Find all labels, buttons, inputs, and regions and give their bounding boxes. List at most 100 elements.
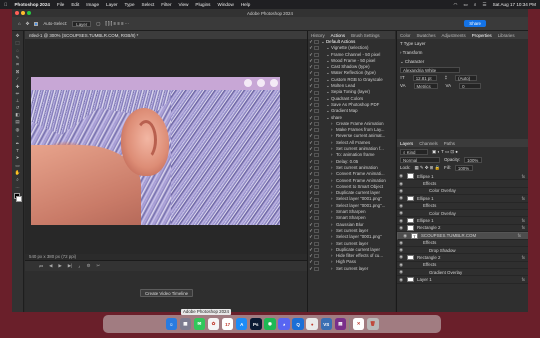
action-dialog-toggle[interactable] xyxy=(314,184,319,189)
action-dialog-toggle[interactable] xyxy=(314,172,319,177)
layer-row[interactable]: ◉ Rectangle 2 fx xyxy=(397,225,528,233)
wifi-icon[interactable]: ◠ xyxy=(454,2,458,8)
menu-view[interactable]: View xyxy=(179,2,189,7)
action-dialog-toggle[interactable] xyxy=(314,241,319,246)
action-dialog-toggle[interactable] xyxy=(314,210,319,215)
character-section[interactable]: ⌄ Character xyxy=(397,57,528,67)
minimize-window-button[interactable] xyxy=(21,11,25,15)
split-icon[interactable]: ✂ xyxy=(96,263,100,269)
action-dialog-toggle[interactable] xyxy=(314,90,319,95)
autoselect-dropdown[interactable]: Layer xyxy=(72,20,92,27)
action-dialog-toggle[interactable] xyxy=(314,140,319,145)
layer-filter-dropdown[interactable]: ⌕ Kind xyxy=(400,149,428,155)
tab-properties[interactable]: Properties xyxy=(472,33,492,38)
transform-section[interactable]: › Transform xyxy=(397,48,528,57)
menu-window[interactable]: Window xyxy=(217,2,233,7)
align-icons[interactable]: ⫿ ⫿ ⫿ ≡ ≡ ≡ ··· xyxy=(105,21,129,26)
action-dialog-toggle[interactable] xyxy=(314,266,319,271)
discord-icon[interactable]: ◕ xyxy=(278,318,290,330)
vscode-icon[interactable]: VS xyxy=(320,318,333,330)
filter-icons[interactable]: ▣ ◐ T ▭ ⊡ ● xyxy=(432,149,458,155)
action-dialog-toggle[interactable] xyxy=(314,109,319,114)
launchpad-icon[interactable]: ▦ xyxy=(179,318,192,330)
layer-row[interactable]: ◉ Layer 1 fx xyxy=(397,276,528,284)
more-tools-icon[interactable]: … xyxy=(15,184,21,189)
quick-select-icon[interactable]: ✎ xyxy=(15,55,21,60)
calendar-icon[interactable]: 17 xyxy=(221,318,234,330)
eyedropper-icon[interactable]: ⁄ xyxy=(15,76,21,81)
action-dialog-toggle[interactable] xyxy=(314,46,319,51)
first-frame-icon[interactable]: ⏮ xyxy=(39,264,43,269)
tab-brush-settings[interactable]: Brush Settings xyxy=(351,33,380,38)
action-dialog-toggle[interactable] xyxy=(314,222,319,227)
layer-row[interactable]: ◉ Rectangle 2 fx xyxy=(397,254,528,262)
action-dialog-toggle[interactable] xyxy=(314,77,319,82)
layer-row[interactable]: ◉ T SCOUPSES.TUMBLR.COM fx xyxy=(397,232,528,240)
photoshop-icon[interactable]: Ps xyxy=(250,318,262,330)
home-icon[interactable]: ⌂ xyxy=(18,21,21,26)
layer-fx-icon[interactable]: fx xyxy=(522,196,525,201)
action-dialog-toggle[interactable] xyxy=(314,166,319,171)
photos-icon[interactable]: ✿ xyxy=(207,318,220,330)
menu-filter[interactable]: Filter xyxy=(161,2,171,7)
menu-type[interactable]: Type xyxy=(125,2,135,7)
x-app-icon[interactable]: ✕ xyxy=(352,318,365,330)
layer-row[interactable]: ◉ Color Overlay xyxy=(397,188,528,196)
action-dialog-toggle[interactable] xyxy=(314,229,319,234)
battery-icon[interactable]: ▭ xyxy=(464,2,468,8)
menu-help[interactable]: Help xyxy=(241,2,250,7)
layer-fx-icon[interactable]: fx xyxy=(522,174,525,179)
action-dialog-toggle[interactable] xyxy=(314,260,319,265)
layer-row[interactable]: ◉ Effects xyxy=(397,180,528,188)
document-tab[interactable]: ntled-1 @ 300% (SCOUPSES.TUMBLR.COM, RGB… xyxy=(25,31,307,39)
tab-swatches[interactable]: Swatches xyxy=(417,33,436,38)
action-dialog-toggle[interactable] xyxy=(314,191,319,196)
layer-row[interactable]: ◉ Ellipse 1 fx xyxy=(397,195,528,203)
menu-select[interactable]: Select xyxy=(142,2,155,7)
layer-row[interactable]: ◉ Drop Shadow xyxy=(397,247,528,255)
zoom-tool-icon[interactable]: ⌕ xyxy=(15,177,21,182)
layer-row[interactable]: ◉ Color Overlay xyxy=(397,210,528,218)
visibility-eye-icon[interactable]: ◉ xyxy=(397,173,405,179)
move-tool-icon[interactable]: ✥ xyxy=(26,21,30,27)
marquee-tool-icon[interactable]: ⬚ xyxy=(15,40,21,45)
artboard[interactable] xyxy=(31,77,280,225)
chrome-icon[interactable]: ● xyxy=(306,318,318,330)
action-dialog-toggle[interactable] xyxy=(314,84,319,89)
action-dialog-toggle[interactable] xyxy=(314,134,319,139)
action-dialog-toggle[interactable] xyxy=(314,235,319,240)
visibility-eye-icon[interactable]: ◉ xyxy=(397,195,405,201)
crop-tool-icon[interactable]: ⌗ xyxy=(15,62,21,67)
action-dialog-toggle[interactable] xyxy=(314,216,319,221)
close-window-button[interactable] xyxy=(15,11,19,15)
apple-icon[interactable]:  xyxy=(4,2,7,7)
search-icon[interactable]: ⌕ xyxy=(474,2,477,7)
type-tool-icon[interactable]: T xyxy=(15,148,21,153)
tab-history[interactable]: History xyxy=(311,33,325,38)
history-brush-icon[interactable]: ↺ xyxy=(15,105,21,110)
action-dialog-toggle[interactable] xyxy=(314,203,319,208)
shape-tool-icon[interactable]: ▭ xyxy=(15,163,21,168)
visibility-eye-icon[interactable]: ◉ xyxy=(397,203,405,209)
tab-layers[interactable]: Layers xyxy=(400,141,413,146)
spotify-icon[interactable]: ◉ xyxy=(264,318,276,330)
layer-row[interactable]: ◉ Effects xyxy=(397,240,528,247)
menu-file[interactable]: File xyxy=(57,2,64,7)
menu-edit[interactable]: Edit xyxy=(71,2,79,7)
menu-plugins[interactable]: Plugins xyxy=(195,2,210,7)
kerning-field[interactable]: Metrics xyxy=(413,83,438,89)
visibility-eye-icon[interactable]: ◉ xyxy=(397,277,405,283)
control-center-icon[interactable]: ☰ xyxy=(482,2,486,8)
blend-mode-dropdown[interactable]: Normal xyxy=(400,157,440,163)
action-dialog-toggle[interactable] xyxy=(314,40,319,45)
layer-row[interactable]: ◉ Effects xyxy=(397,262,528,270)
eraser-icon[interactable]: ◧ xyxy=(15,112,21,117)
tracking-field[interactable]: 0 xyxy=(459,83,482,89)
zoom-window-button[interactable] xyxy=(27,11,31,15)
layer-row[interactable]: ◉ Gradient Overlay xyxy=(397,269,528,277)
visibility-eye-icon[interactable]: ◉ xyxy=(397,218,405,224)
layer-row[interactable]: ◉ Ellipse 1 fx xyxy=(397,217,528,225)
lasso-tool-icon[interactable]: ◌ xyxy=(15,48,21,53)
action-item[interactable]: ✓ › Set current layer xyxy=(308,266,395,272)
appstore-icon[interactable]: A xyxy=(235,318,248,330)
